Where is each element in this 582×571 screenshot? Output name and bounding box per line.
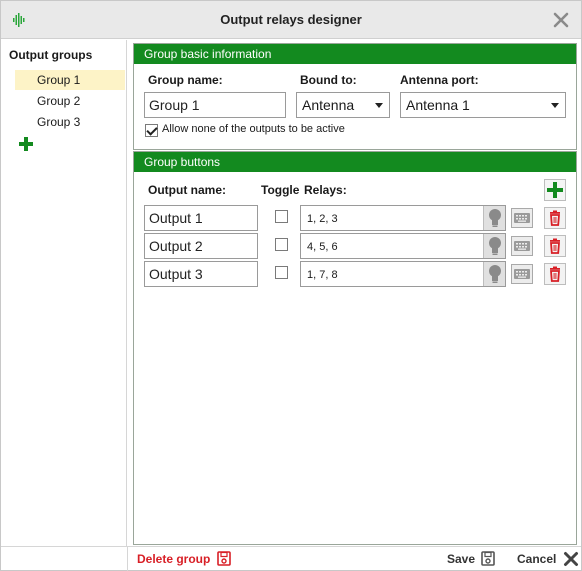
group-basic-information-section: Group basic information Group name: Boun… [133,43,577,150]
group-label: Group 3 [37,115,81,129]
add-group-button[interactable] [17,135,35,153]
test-relays-button[interactable] [483,234,505,258]
relays-input[interactable]: 1, 2, 3 [300,205,506,231]
plus-icon [547,182,563,198]
keyboard-shortcut-button[interactable] [511,236,533,256]
cancel-x-icon [563,552,578,566]
group-label: Group 2 [37,94,81,108]
title-bar: Output relays designer [1,1,581,39]
test-relays-button[interactable] [483,206,505,230]
relays-value: 4, 5, 6 [307,241,338,253]
trash-icon [550,266,560,282]
toggle-column-header: Toggle [261,183,300,197]
output-relays-designer-window: Output relays designer Output groups Gro… [0,0,582,571]
footer-bar: Delete group Save Cancel [1,546,581,571]
lightbulb-icon [489,265,501,283]
cancel-label: Cancel [517,552,557,566]
delete-group-button[interactable]: Delete group [137,551,231,569]
delete-output-button[interactable] [544,207,566,229]
output-groups-sidebar: Output groups Group 1 Group 2 Group 3 [1,40,127,546]
toggle-checkbox[interactable] [275,210,288,223]
save-button[interactable]: Save [447,551,496,569]
delete-group-label: Delete group [137,551,211,566]
relays-value: 1, 7, 8 [307,269,338,281]
group-name-label: Group name: [148,73,223,87]
keyboard-shortcut-button[interactable] [511,208,533,228]
toggle-checkbox[interactable] [275,238,288,251]
keyboard-icon [514,269,530,279]
allow-none-checkbox[interactable] [145,124,158,137]
cancel-button[interactable]: Cancel [517,551,579,569]
output-name-input[interactable]: Output 3 [144,261,258,287]
output-name-column-header: Output name: [148,183,226,197]
sidebar-item-group-3[interactable]: Group 3 [15,112,125,132]
antenna-port-value: Antenna 1 [406,97,470,113]
relays-input[interactable]: 1, 7, 8 [300,261,506,287]
add-output-button[interactable] [544,179,566,201]
toggle-checkbox[interactable] [275,266,288,279]
trash-icon [550,210,560,226]
chevron-down-icon [375,103,383,108]
lightbulb-icon [489,237,501,255]
footer-divider [127,547,128,571]
delete-output-button[interactable] [544,263,566,285]
group-name-input[interactable]: Group 1 [144,92,286,118]
save-icon [216,551,231,567]
save-icon [481,551,496,567]
antenna-port-label: Antenna port: [400,73,479,87]
group-buttons-section: Group buttons Output name: Toggle Relays… [133,151,577,545]
section-header: Group buttons [134,152,576,172]
save-label: Save [447,551,476,566]
window-title: Output relays designer [220,12,362,27]
output-name-input[interactable]: Output 2 [144,233,258,259]
trash-icon [550,238,560,254]
section-header: Group basic information [134,44,576,64]
sidebar-item-group-1[interactable]: Group 1 [15,70,125,90]
bound-to-select[interactable]: Antenna [296,92,390,118]
antenna-port-select[interactable]: Antenna 1 [400,92,566,118]
keyboard-icon [514,241,530,251]
chevron-down-icon [551,103,559,108]
bound-to-value: Antenna [302,97,355,113]
relays-input[interactable]: 4, 5, 6 [300,233,506,259]
delete-output-button[interactable] [544,235,566,257]
test-relays-button[interactable] [483,262,505,286]
keyboard-shortcut-button[interactable] [511,264,533,284]
sidebar-title: Output groups [9,48,93,62]
lightbulb-icon [489,209,501,227]
relays-value: 1, 2, 3 [307,213,338,225]
group-label: Group 1 [37,73,81,87]
sidebar-item-group-2[interactable]: Group 2 [15,91,125,111]
output-name-input[interactable]: Output 1 [144,205,258,231]
keyboard-icon [514,213,530,223]
relays-column-header: Relays: [304,183,347,197]
close-icon[interactable] [551,10,571,30]
bound-to-label: Bound to: [300,73,357,87]
allow-none-label: Allow none of the outputs to be active [162,123,345,135]
